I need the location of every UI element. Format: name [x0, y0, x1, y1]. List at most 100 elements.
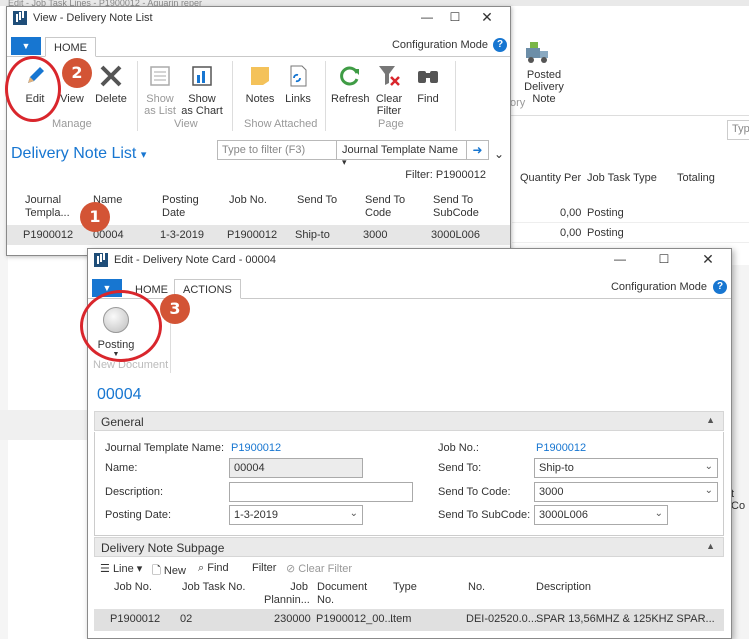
column-header-document-no[interactable]: Document No.: [317, 581, 369, 607]
show-as-chart-label: Show as Chart: [181, 93, 223, 117]
description-field[interactable]: [229, 482, 413, 502]
refresh-button[interactable]: Refresh: [331, 63, 370, 105]
journal-template-name-label: Journal Template Name:: [105, 442, 225, 454]
filter-field-select[interactable]: Journal Template Name ▾: [336, 141, 466, 167]
group-show-attached-label: Show Attached: [244, 118, 318, 130]
find-button[interactable]: ⌕ Find: [198, 562, 229, 575]
dropdown-icon: ⌄: [349, 508, 358, 519]
send-to-select[interactable]: Ship-to ⌄: [534, 458, 718, 478]
column-header[interactable]: Totaling: [677, 172, 715, 184]
help-icon[interactable]: ?: [713, 280, 727, 294]
minimize-icon[interactable]: —: [416, 9, 438, 25]
column-header-journal-template[interactable]: Journal Templa...: [25, 194, 77, 220]
delete-button[interactable]: Delete: [93, 63, 129, 105]
close-icon[interactable]: ✕: [476, 9, 498, 25]
clear-filter-button[interactable]: ⊘ Clear Filter: [286, 562, 352, 575]
tab-home[interactable]: HOME: [45, 37, 96, 57]
collapse-chevron-icon[interactable]: ⌄: [494, 147, 504, 161]
window-title: View - Delivery Note List: [33, 12, 153, 24]
show-as-list-button[interactable]: Show as List: [143, 63, 177, 117]
send-to-label: Send To:: [438, 462, 482, 474]
column-header-send-to[interactable]: Send To: [297, 194, 337, 207]
send-to-cell: Ship-to: [295, 229, 330, 241]
chevron-down-icon: ▾: [140, 149, 147, 161]
help-icon[interactable]: ?: [493, 38, 507, 52]
ribbon-separator: [137, 61, 138, 131]
line-menu-button[interactable]: ☰ Line ▾: [100, 562, 142, 575]
table-row[interactable]: P1900012 02 230000 P1900012_00... Item D…: [94, 609, 724, 631]
application-menu-button[interactable]: ▼: [11, 37, 41, 55]
annotation-badge-2: 2: [62, 58, 92, 88]
journal-template-name-value[interactable]: P1900012: [231, 442, 281, 454]
column-header-type[interactable]: Type: [393, 581, 417, 594]
send-to-code-field[interactable]: 3000 ⌄: [534, 482, 718, 502]
column-header-job-no[interactable]: Job No.: [229, 194, 267, 207]
column-header-job-planning[interactable]: Job Plannin...: [264, 581, 310, 607]
configuration-mode-label: Configuration Mode: [391, 39, 488, 51]
notes-button[interactable]: Notes: [243, 63, 277, 105]
filter-bar: Type to filter (F3) Journal Template Nam…: [217, 140, 489, 167]
column-header-job-task-no[interactable]: Job Task No.: [182, 581, 245, 594]
send-to-subcode-cell: 3000L006: [431, 229, 480, 241]
binoculars-icon: [418, 71, 438, 83]
table-row[interactable]: P1900012 00004 1-3-2019 P1900012 Ship-to…: [7, 225, 510, 245]
column-header-no[interactable]: No.: [468, 581, 485, 594]
column-header-send-to-code[interactable]: Send To Code: [365, 194, 411, 220]
dropdown-icon: ⌄: [704, 485, 713, 496]
dropdown-icon: ▾: [342, 157, 347, 167]
background-table-row[interactable]: 0,00 Posting: [512, 223, 749, 243]
background-group-label: ory: [510, 97, 526, 109]
column-header[interactable]: Job Task Type: [587, 172, 657, 184]
titlebar: Edit - Delivery Note Card - 00004 — ☐ ✕: [88, 249, 731, 271]
ribbon-separator: [325, 61, 326, 131]
posting-date-field[interactable]: 1-3-2019 ⌄: [229, 505, 363, 525]
column-header-description[interactable]: Description: [536, 581, 591, 594]
ribbon-tabs: ▼ HOME Configuration Mode ?: [7, 35, 510, 57]
fasttab-general[interactable]: General ▲: [94, 411, 724, 431]
group-manage-label: Manage: [52, 118, 92, 130]
job-planning-cell: 230000: [274, 613, 311, 625]
annotation-badge-1: 1: [80, 202, 110, 232]
filter-input[interactable]: Type to filter (F3): [222, 144, 305, 156]
clear-filter-label: Clear Filter: [375, 93, 403, 117]
job-no-label: Job No.:: [438, 442, 479, 454]
send-to-code-cell: 3000: [363, 229, 388, 241]
filter-button[interactable]: Filter: [252, 562, 276, 574]
record-number-title: 00004: [97, 386, 142, 403]
refresh-label: Refresh: [331, 93, 370, 105]
job-no-cell: P1900012: [227, 229, 278, 241]
no-cell: DEI-02520.0...: [466, 613, 537, 625]
job-no-value[interactable]: P1900012: [536, 442, 586, 454]
new-button[interactable]: 🗋 New: [152, 562, 186, 581]
fasttab-delivery-note-subpage[interactable]: Delivery Note Subpage ▲: [94, 537, 724, 557]
maximize-icon[interactable]: ☐: [653, 251, 675, 267]
notes-label: Notes: [245, 93, 275, 105]
posting-date-cell: 1-3-2019: [160, 229, 205, 241]
column-header-job-no[interactable]: Job No.: [114, 581, 152, 594]
window-title: Edit - Delivery Note Card - 00004: [114, 254, 277, 266]
send-to-subcode-field[interactable]: 3000L006 ⌄: [534, 505, 668, 525]
find-button[interactable]: Find: [413, 63, 443, 105]
column-header-send-to-subcode[interactable]: Send To SubCode: [433, 194, 489, 220]
annotation-ring-edit: [5, 56, 61, 122]
send-to-subcode-label: Send To SubCode:: [438, 509, 531, 521]
background-filter-input[interactable]: Typ: [727, 120, 749, 140]
clear-filter-button[interactable]: Clear Filter: [373, 63, 405, 117]
background-table-row[interactable]: 0,00 Posting: [512, 203, 749, 223]
links-button[interactable]: Links: [283, 63, 313, 105]
page-title[interactable]: Delivery Note List ▾: [11, 145, 146, 163]
minimize-icon[interactable]: —: [609, 251, 631, 267]
close-icon[interactable]: ✕: [697, 251, 719, 267]
name-field[interactable]: 00004: [229, 458, 363, 478]
truck-icon: [526, 42, 548, 63]
maximize-icon[interactable]: ☐: [444, 9, 466, 25]
app-logo-icon: [13, 11, 27, 25]
background-right-panel: [730, 265, 749, 639]
column-header[interactable]: Quantity Per: [520, 172, 581, 184]
filter-apply-icon[interactable]: ➜: [466, 141, 488, 159]
description-cell: SPAR 13,56MHZ & 125KHZ SPAR...: [536, 613, 715, 625]
show-as-chart-button[interactable]: Show as Chart: [181, 63, 223, 117]
tab-actions[interactable]: ACTIONS: [174, 279, 241, 299]
quantity-cell: 0,00: [560, 227, 582, 239]
column-header-posting-date[interactable]: Posting Date: [162, 194, 206, 220]
